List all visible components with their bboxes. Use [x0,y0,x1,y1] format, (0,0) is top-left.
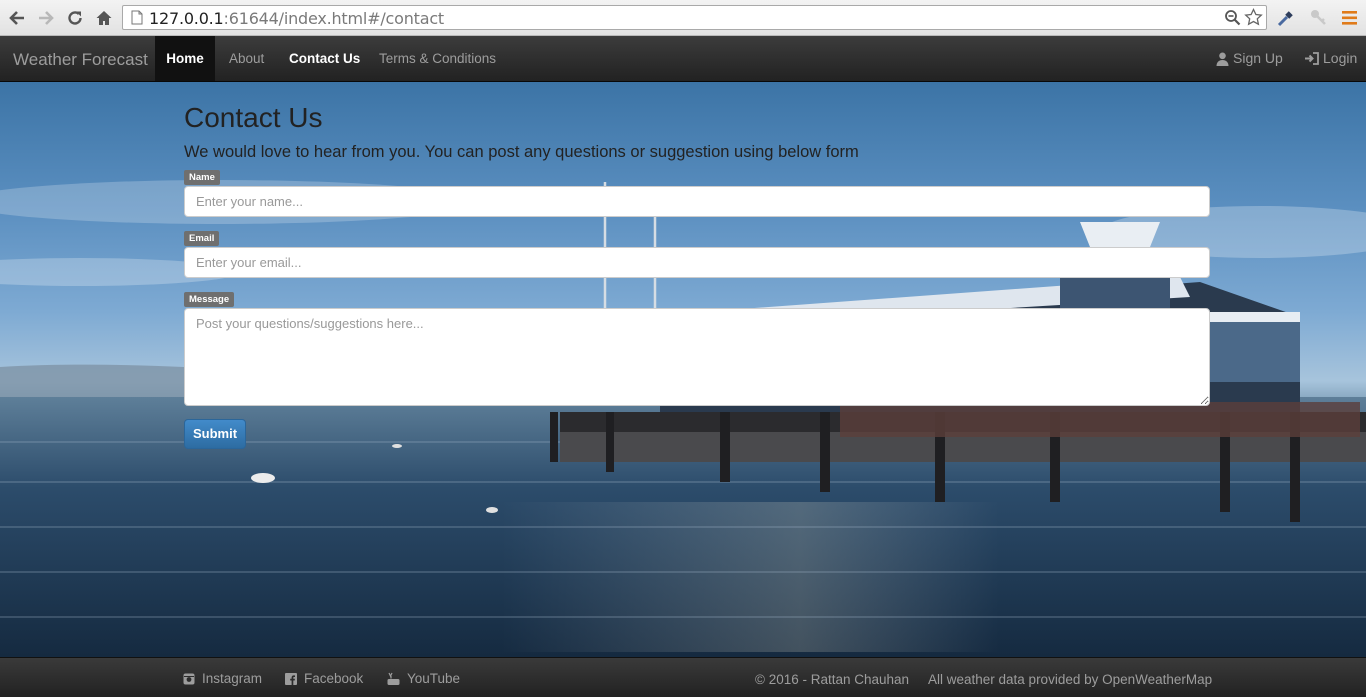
login-link[interactable]: Login [1305,36,1357,81]
copyright-text: © 2016 - Rattan Chauhan [755,672,910,687]
nav-contact-us[interactable]: Contact Us [275,36,374,81]
log-in-icon [1305,52,1319,65]
youtube-label: YouTube [407,671,461,686]
message-label: Message [184,292,235,307]
back-arrow-icon[interactable] [6,7,28,29]
nav-home[interactable]: Home [155,36,215,81]
bookmark-star-icon[interactable] [1244,7,1263,32]
nav-about[interactable]: About [215,36,278,81]
page-icon [131,10,143,30]
nav-terms-conditions[interactable]: Terms & Conditions [365,36,510,81]
zoom-icon[interactable] [1224,9,1241,31]
name-label: Name [184,170,220,185]
intro-text: We would love to hear from you. You can … [184,143,859,161]
youtube-link[interactable]: YouTube [387,671,460,686]
sign-up-link[interactable]: Sign Up [1216,36,1283,81]
instagram-icon [183,673,195,684]
instagram-label: Instagram [202,671,263,686]
instagram-link[interactable]: Instagram [183,671,262,686]
user-icon [1216,52,1229,66]
email-label: Email [184,231,220,246]
top-navbar: Weather Forecast Home About Contact Us T… [0,36,1366,82]
eyedropper-icon[interactable] [1276,8,1296,33]
home-icon[interactable] [93,7,115,29]
facebook-icon [285,672,297,685]
brand-link[interactable]: Weather Forecast [13,50,148,70]
sign-up-label: Sign Up [1233,50,1283,66]
forward-arrow-icon[interactable] [35,7,57,29]
facebook-label: Facebook [304,671,364,686]
message-textarea[interactable] [184,308,1210,406]
youtube-icon [387,672,400,685]
browser-toolbar: 127.0.0.1:61644/index.html#/contact [0,0,1366,36]
email-input[interactable] [184,247,1210,278]
address-bar[interactable]: 127.0.0.1:61644/index.html#/contact [122,5,1267,30]
reload-icon[interactable] [64,7,86,29]
menu-icon[interactable] [1342,10,1358,31]
key-icon[interactable] [1309,8,1327,31]
url-text[interactable]: 127.0.0.1:61644/index.html#/contact [149,9,444,28]
name-input[interactable] [184,186,1210,217]
facebook-link[interactable]: Facebook [285,671,363,686]
submit-button[interactable]: Submit [184,419,246,449]
data-credit-text: All weather data provided by OpenWeather… [928,672,1213,687]
login-label: Login [1323,50,1358,66]
page-title: Contact Us [184,102,323,133]
page-footer: Instagram Facebook YouTube © 2016 - Ratt… [0,657,1366,697]
